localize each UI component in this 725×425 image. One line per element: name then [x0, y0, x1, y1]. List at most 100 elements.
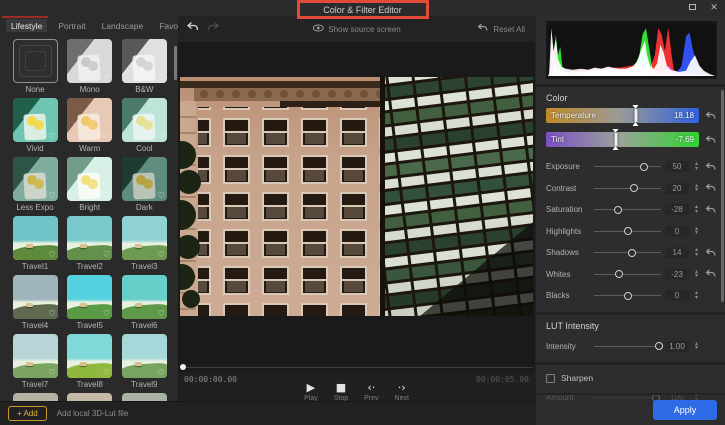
whites-stepper[interactable]: ▴ ▾: [692, 269, 701, 279]
histogram: [546, 21, 717, 79]
contrast-undo-button[interactable]: [704, 182, 717, 194]
favorite-heart-icon[interactable]: ♡: [158, 73, 165, 82]
favorite-heart-icon[interactable]: ♡: [158, 368, 165, 377]
filter-thumb-none[interactable]: [12, 39, 58, 83]
filter-thumb-travel2[interactable]: ♡: [67, 216, 113, 260]
favorite-heart-icon[interactable]: ♡: [103, 132, 110, 141]
filter-thumb-warm[interactable]: ♡: [67, 98, 113, 142]
filter-item-warm: ♡ Warm: [63, 98, 117, 156]
filter-thumb-partial[interactable]: [121, 393, 167, 401]
redo-button[interactable]: [207, 20, 220, 38]
filter-thumb-b-w[interactable]: ♡: [121, 39, 167, 83]
saturation-handle[interactable]: [614, 205, 623, 214]
favorite-heart-icon[interactable]: ♡: [103, 191, 110, 200]
tab-portrait[interactable]: Portrait: [53, 19, 90, 32]
maximize-button[interactable]: [685, 1, 699, 13]
tint-undo-button[interactable]: [704, 134, 717, 146]
temperature-handle[interactable]: [632, 105, 641, 126]
saturation-stepper[interactable]: ▴ ▾: [692, 205, 701, 215]
play-button[interactable]: ▶ Play: [304, 382, 318, 403]
tint-slider[interactable]: Tint -7.69: [546, 129, 699, 150]
tab-landscape[interactable]: Landscape: [97, 19, 149, 32]
show-source-button[interactable]: Show source screen: [312, 24, 401, 34]
stop-button[interactable]: ■ Stop: [334, 382, 348, 403]
contrast-handle[interactable]: [630, 184, 639, 193]
reset-all-button[interactable]: Reset All: [477, 23, 525, 35]
favorite-heart-icon[interactable]: ♡: [48, 368, 55, 377]
contrast-slider[interactable]: [594, 183, 661, 193]
whites-slider[interactable]: [594, 269, 661, 279]
prev-icon: ‹·: [367, 381, 376, 394]
filter-thumb-less-expo[interactable]: ♡: [12, 157, 58, 201]
favorite-heart-icon[interactable]: ♡: [103, 309, 110, 318]
add-lut-button[interactable]: + Add: [8, 406, 47, 421]
filter-thumb-vivid[interactable]: ♡: [12, 98, 58, 142]
favorite-heart-icon[interactable]: ♡: [48, 250, 55, 259]
filter-thumb-travel9[interactable]: ♡: [121, 334, 167, 378]
next-button[interactable]: ·› Next: [395, 382, 409, 403]
sharpen-checkbox[interactable]: [546, 373, 555, 383]
exposure-slider[interactable]: [594, 162, 661, 172]
favorite-heart-icon[interactable]: ♡: [48, 191, 55, 200]
contrast-stepper[interactable]: ▴ ▾: [692, 183, 701, 193]
whites-handle[interactable]: [615, 270, 624, 279]
temperature-undo-button[interactable]: [704, 110, 717, 122]
intensity-stepper[interactable]: ▴ ▾: [692, 341, 701, 351]
intensity-handle[interactable]: [654, 342, 663, 351]
filter-thumb-travel1[interactable]: ♡: [12, 216, 58, 260]
favorite-heart-icon[interactable]: ♡: [103, 73, 110, 82]
active-tab-indicator: [2, 16, 48, 18]
filter-thumb-travel8[interactable]: ♡: [67, 334, 113, 378]
saturation-undo-button[interactable]: [704, 204, 717, 216]
playhead[interactable]: [180, 364, 186, 370]
shadows-handle[interactable]: [628, 248, 637, 257]
filter-thumb-bright[interactable]: ♡: [67, 157, 113, 201]
filter-thumb-partial[interactable]: [67, 393, 113, 401]
filter-thumb-partial[interactable]: [12, 393, 58, 401]
filter-item-travel3: ♡ Travel3: [117, 216, 171, 274]
saturation-slider[interactable]: [594, 205, 661, 215]
undo-button[interactable]: [186, 20, 199, 38]
favorite-heart-icon[interactable]: ♡: [103, 250, 110, 259]
shadows-slider[interactable]: [594, 248, 661, 258]
blacks-stepper[interactable]: ▴ ▾: [692, 291, 701, 301]
exposure-stepper[interactable]: ▴ ▾: [692, 162, 701, 172]
intensity-slider[interactable]: [594, 341, 663, 351]
highlights-stepper[interactable]: ▴ ▾: [692, 226, 701, 236]
highlights-handle[interactable]: [623, 227, 632, 236]
filter-thumb-dark[interactable]: ♡: [121, 157, 167, 201]
favorite-heart-icon[interactable]: ♡: [158, 250, 165, 259]
blacks-slider[interactable]: [594, 291, 661, 301]
favorite-heart-icon[interactable]: ♡: [158, 132, 165, 141]
exposure-handle[interactable]: [640, 162, 649, 171]
filter-thumb-travel3[interactable]: ♡: [121, 216, 167, 260]
favorite-heart-icon[interactable]: ♡: [48, 309, 55, 318]
filter-item-travel2: ♡ Travel2: [63, 216, 117, 274]
highlights-slider[interactable]: [594, 226, 661, 236]
favorite-heart-icon[interactable]: ♡: [48, 132, 55, 141]
shadows-undo-button[interactable]: [704, 247, 717, 259]
tint-handle[interactable]: [612, 129, 621, 150]
panel-scrollbar[interactable]: [721, 90, 724, 302]
timeline-scrubber[interactable]: [178, 364, 535, 372]
filter-thumb-cool[interactable]: ♡: [121, 98, 167, 142]
filter-thumb-travel4[interactable]: ♡: [12, 275, 58, 319]
blacks-handle[interactable]: [623, 291, 632, 300]
filter-thumb-travel5[interactable]: ♡: [67, 275, 113, 319]
apply-button[interactable]: Apply: [653, 400, 717, 420]
filter-thumb-mono[interactable]: ♡: [67, 39, 113, 83]
temperature-slider[interactable]: Temperature 18.18: [546, 105, 699, 126]
prev-button[interactable]: ‹· Prev: [364, 381, 378, 403]
favorite-heart-icon[interactable]: ♡: [158, 309, 165, 318]
tab-lifestyle[interactable]: Lifestyle: [6, 19, 48, 32]
favorite-heart-icon[interactable]: ♡: [158, 191, 165, 200]
filter-thumb-travel7[interactable]: ♡: [12, 334, 58, 378]
filter-thumb-travel6[interactable]: ♡: [121, 275, 167, 319]
whites-undo-button[interactable]: [704, 268, 717, 280]
close-button[interactable]: ✕: [707, 1, 721, 13]
favorite-heart-icon[interactable]: ♡: [103, 368, 110, 377]
shadows-stepper[interactable]: ▴ ▾: [692, 248, 701, 258]
tab-favorite[interactable]: Favorite: [154, 19, 178, 32]
exposure-undo-button[interactable]: [704, 161, 717, 173]
sidebar-scrollbar[interactable]: [174, 46, 177, 80]
